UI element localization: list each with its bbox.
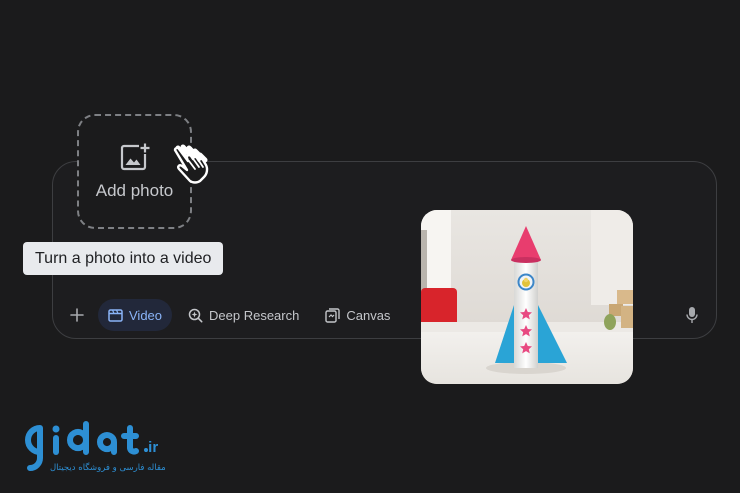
add-button[interactable] [62,300,92,330]
video-icon [108,309,123,322]
watermark-tld: .ir [144,439,158,456]
photo-preview [421,210,633,384]
video-chip-label: Video [129,307,163,323]
deep-research-chip[interactable]: Deep Research [178,299,309,331]
rocket-photo [421,210,633,384]
deep-research-icon [188,308,203,322]
canvas-chip[interactable]: Canvas [315,299,400,331]
add-photo-label: Add photo [95,180,174,200]
watermark-tagline: مقاله فارسی و فروشگاه دیجیتال [50,462,166,473]
microphone-icon [686,307,698,323]
video-chip[interactable]: Video [98,299,173,331]
hand-cursor-icon [173,144,209,184]
canvas-chip-label: Canvas [346,307,391,323]
add-photo-icon [120,143,149,170]
composer-toolbar: Video Deep Research Canvas [62,298,400,332]
tooltip: Turn a photo into a video [23,242,224,275]
microphone-button[interactable] [682,304,702,326]
canvas-icon [325,307,341,323]
deep-research-chip-label: Deep Research [209,307,300,323]
plus-icon [70,308,84,322]
gidat-watermark: .ir مقاله فارسی و فروشگاه دیجیتال [12,418,172,484]
gidat-logo: .ir مقاله فارسی و فروشگاه دیجیتال [25,421,166,473]
